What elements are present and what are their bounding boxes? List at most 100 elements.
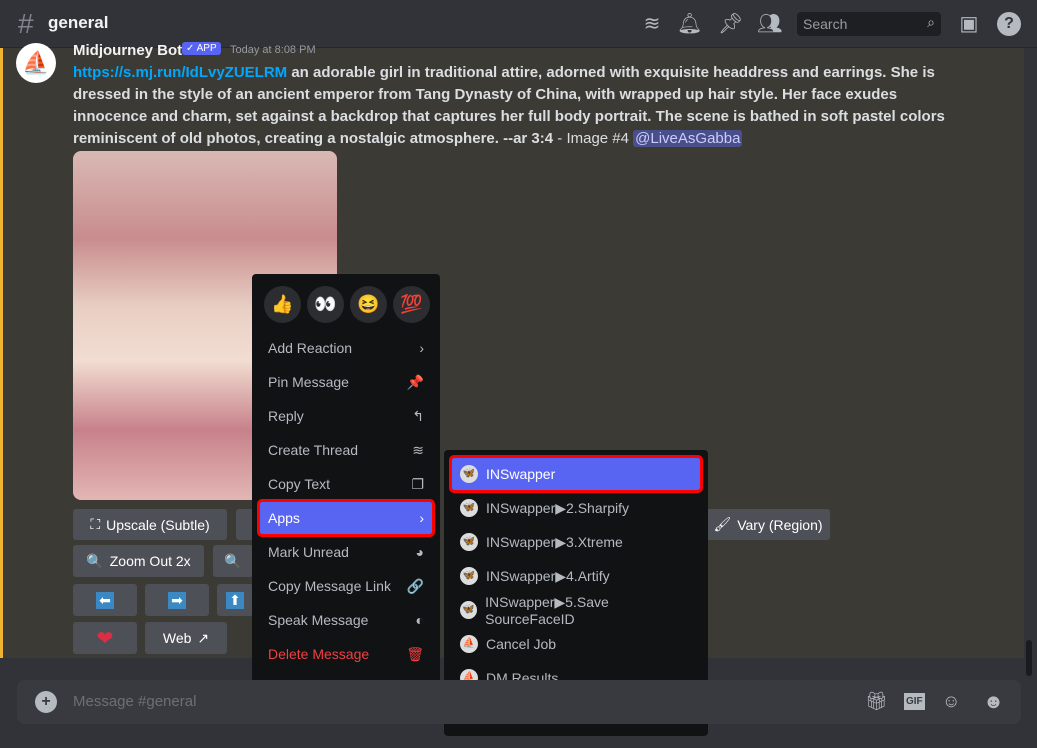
menu-item-icon: › xyxy=(419,340,424,356)
sticker-icon[interactable]: ☺ xyxy=(942,691,960,712)
external-link-icon: ↗ xyxy=(197,629,210,646)
magnifier-icon: 🔍 xyxy=(86,552,104,569)
message-composer[interactable]: + Message #general 🎁︎ GIF ☺ ☻ xyxy=(17,680,1021,724)
scrollbar[interactable] xyxy=(1026,640,1032,676)
arrow-right-icon: ➡ xyxy=(168,591,186,609)
plus-icon[interactable]: + xyxy=(35,691,57,713)
timestamp: Today at 8:08 PM xyxy=(230,44,316,56)
menu-item-icon: 🗑 xyxy=(406,645,424,662)
reaction-thumbs-up[interactable]: 👍 xyxy=(264,286,301,323)
message-input-placeholder[interactable]: Message #general xyxy=(73,693,196,710)
gift-icon[interactable]: 🎁︎ xyxy=(865,691,888,712)
pan-right-button[interactable]: ➡ xyxy=(145,584,209,616)
gif-icon[interactable]: GIF xyxy=(904,693,925,710)
button-label: Upscale (Subtle) xyxy=(106,516,210,533)
bell-icon[interactable]: 🔔︎ xyxy=(677,12,702,36)
upscale-subtle-button[interactable]: ⛶ Upscale (Subtle) xyxy=(73,509,227,540)
menu-item-label: Reply xyxy=(268,408,304,424)
menu-item-label: Pin Message xyxy=(268,374,349,390)
menu-item-copy-text[interactable]: Copy Text ❐ xyxy=(260,468,432,500)
app-item-label: INSwapper▶2.Sharpify xyxy=(486,499,630,516)
context-menu: 👍 👀 😆 💯 Add Reaction › Pin Message 📌 Reply ↰ C… xyxy=(252,274,440,712)
pin-icon[interactable]: 📌︎ xyxy=(718,12,743,36)
reaction-laughing[interactable]: 😆 xyxy=(350,286,387,323)
menu-item-copy-message-link[interactable]: Copy Message Link 🔗 xyxy=(260,570,432,602)
menu-item-label: Mark Unread xyxy=(268,544,349,560)
app-item-label: INSwapper xyxy=(486,466,556,482)
app-item[interactable]: 🦋 INSwapper▶4.Artify xyxy=(452,560,700,592)
menu-item-icon: 📌 xyxy=(406,373,424,390)
menu-item-label: Apps xyxy=(268,510,300,526)
app-avatar-icon: 🦋 xyxy=(460,465,478,483)
menu-item-label: Copy Message Link xyxy=(268,578,391,594)
app-avatar-icon: ⛵ xyxy=(460,635,478,653)
pan-left-button[interactable]: ⬅ xyxy=(73,584,137,616)
image-suffix: - Image #4 xyxy=(553,130,634,147)
search-input[interactable]: Search ⌕ xyxy=(797,12,941,36)
channel-header: # general ≋ 🔔︎ 📌︎ 👥︎ Search ⌕ ▣ ? xyxy=(0,0,1037,48)
menu-item-add-reaction[interactable]: Add Reaction › xyxy=(260,332,432,364)
message-content: https://s.mj.run/IdLvyZUELRM an adorable… xyxy=(73,62,973,150)
zoom-out-2x-button[interactable]: 🔍 Zoom Out 2x xyxy=(73,545,204,577)
button-label: Zoom Out 2x xyxy=(109,553,191,569)
menu-item-label: Create Thread xyxy=(268,442,359,458)
app-item[interactable]: ⛵ Cancel Job xyxy=(452,628,700,660)
app-item[interactable]: 🦋 INSwapper xyxy=(449,455,703,493)
menu-item-icon: › xyxy=(419,510,424,526)
user-mention[interactable]: @LiveAsGabba xyxy=(633,130,743,147)
help-icon[interactable]: ? xyxy=(997,12,1021,36)
menu-item-icon: ❐ xyxy=(411,475,424,492)
search-placeholder: Search xyxy=(803,16,848,32)
channel-name: general xyxy=(48,13,109,32)
menu-item-label: Copy Text xyxy=(268,476,330,492)
expand-icon: ⛶ xyxy=(90,516,101,532)
heart-icon: ❤ xyxy=(96,627,114,650)
magnifier-icon: 🔍 xyxy=(224,552,242,569)
arrow-left-icon: ⬅ xyxy=(96,591,114,609)
app-badge: ✓ APP xyxy=(182,42,221,55)
app-item-label: INSwapper▶5.Save SourceFaceID xyxy=(485,593,609,627)
avatar[interactable]: ⛵ xyxy=(16,43,56,83)
menu-item-pin-message[interactable]: Pin Message 📌 xyxy=(260,366,432,398)
menu-item-reply[interactable]: Reply ↰ xyxy=(260,400,432,432)
menu-item-icon: ↰ xyxy=(412,407,424,424)
emoji-icon[interactable]: ☻ xyxy=(983,691,1004,714)
brush-icon: 🖌 xyxy=(713,516,732,532)
search-icon: ⌕ xyxy=(927,14,935,30)
menu-item-label: Delete Message xyxy=(268,646,370,662)
hash-icon: # xyxy=(18,8,34,39)
vary-region-button[interactable]: 🖌 Vary (Region) xyxy=(706,509,830,540)
zoom-button-2[interactable]: 🔍 xyxy=(213,545,253,577)
button-label: Vary (Region) xyxy=(737,516,823,533)
pan-up-button[interactable]: ⬆ xyxy=(217,584,253,616)
reaction-eyes[interactable]: 👀 xyxy=(307,286,344,323)
app-avatar-icon: 🦋 xyxy=(460,567,478,585)
favorite-button[interactable]: ❤ xyxy=(73,622,137,654)
app-item-label: INSwapper▶3.Xtreme xyxy=(486,533,623,550)
inbox-icon[interactable]: ▣ xyxy=(957,12,981,36)
web-button[interactable]: Web ↗ xyxy=(145,622,227,654)
reaction-100[interactable]: 💯 xyxy=(393,286,430,323)
menu-item-mark-unread[interactable]: Mark Unread ◕ xyxy=(260,536,432,568)
app-item-label: Cancel Job xyxy=(486,636,557,652)
menu-item-create-thread[interactable]: Create Thread ≋ xyxy=(260,434,432,466)
menu-item-apps[interactable]: Apps › xyxy=(257,499,435,537)
menu-item-speak-message[interactable]: Speak Message ◐ xyxy=(260,604,432,636)
app-item[interactable]: 🦋 INSwapper▶5.Save SourceFaceID xyxy=(452,593,700,627)
threads-icon[interactable]: ≋ xyxy=(640,12,664,36)
menu-item-label: Add Reaction xyxy=(268,340,353,356)
prompt-link[interactable]: https://s.mj.run/IdLvyZUELRM xyxy=(73,64,287,81)
app-item[interactable]: 🦋 INSwapper▶2.Sharpify xyxy=(452,492,700,524)
menu-item-icon: ◕ xyxy=(415,544,424,560)
app-item-label: INSwapper▶4.Artify xyxy=(486,567,610,584)
members-icon[interactable]: 👥︎ xyxy=(757,12,782,36)
author-name[interactable]: Midjourney Bot xyxy=(73,42,182,59)
app-item[interactable]: 🦋 INSwapper▶3.Xtreme xyxy=(452,526,700,558)
arrow-up-icon: ⬆ xyxy=(226,591,244,609)
menu-item-icon: ≋ xyxy=(412,441,424,458)
menu-item-delete-message[interactable]: Delete Message 🗑 xyxy=(260,638,432,670)
menu-item-icon: ◐ xyxy=(415,612,424,628)
button-label: Web xyxy=(162,630,192,646)
menu-item-label: Speak Message xyxy=(268,612,369,628)
app-avatar-icon: 🦋 xyxy=(460,533,478,551)
